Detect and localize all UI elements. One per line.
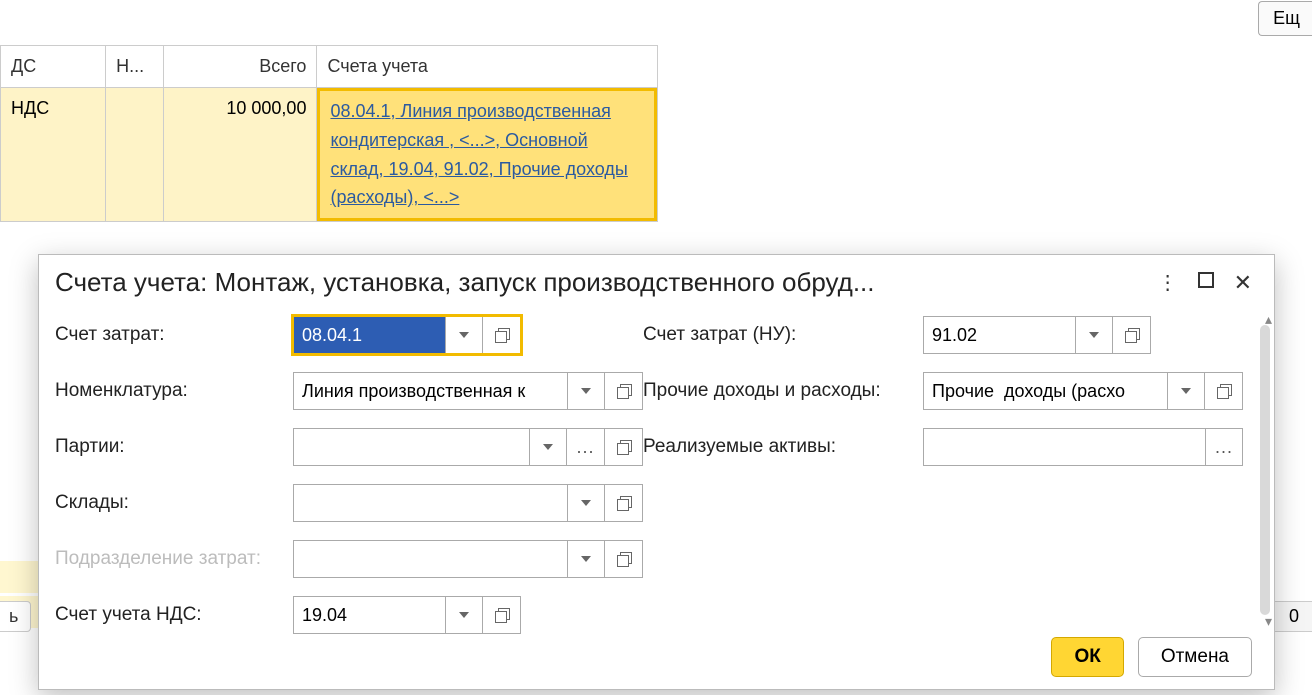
more-button[interactable]: Ещ: [1258, 1, 1312, 36]
open-icon[interactable]: [483, 596, 521, 634]
bg-zero: 0: [1272, 601, 1312, 632]
label-prochie: Прочие доходы и расходы:: [643, 380, 923, 402]
table-row[interactable]: НДС 10 000,00 08.04.1, Линия производств…: [1, 88, 658, 222]
partii-field[interactable]: [293, 428, 643, 466]
col-header-n: Н...: [106, 46, 164, 88]
dropdown-icon[interactable]: [529, 428, 567, 466]
label-schet-nds: Счет учета НДС:: [55, 604, 293, 626]
open-icon[interactable]: [605, 540, 643, 578]
podrazd-field: [293, 540, 643, 578]
schet-nds-field[interactable]: [293, 596, 521, 634]
label-partii: Партии:: [55, 436, 293, 458]
dropdown-icon[interactable]: [1075, 316, 1113, 354]
browse-icon[interactable]: [1205, 428, 1243, 466]
prochie-field[interactable]: [923, 372, 1243, 410]
cell-n: [106, 88, 164, 222]
open-icon[interactable]: [483, 316, 521, 354]
open-icon[interactable]: [1205, 372, 1243, 410]
scrollbar[interactable]: [1260, 325, 1270, 615]
label-sklady: Склады:: [55, 492, 293, 514]
menu-icon[interactable]: [1158, 270, 1178, 295]
col-header-ds: ДС: [1, 46, 106, 88]
scroll-down-icon[interactable]: ▾: [1265, 613, 1272, 630]
schet-zatrat-field[interactable]: [293, 316, 521, 354]
col-header-accounts: Счета учета: [317, 46, 658, 88]
realiz-input[interactable]: [923, 428, 1205, 466]
schet-nds-input[interactable]: [293, 596, 445, 634]
cell-total: 10 000,00: [164, 88, 317, 222]
dropdown-icon[interactable]: [567, 372, 605, 410]
dialog-title: Счета учета: Монтаж, установка, запуск п…: [55, 267, 1158, 298]
open-icon[interactable]: [605, 372, 643, 410]
label-schet-zatrat: Счет затрат:: [55, 324, 293, 346]
schet-zatrat-nu-input[interactable]: [923, 316, 1075, 354]
cell-ds: НДС: [1, 88, 106, 222]
open-icon[interactable]: [605, 428, 643, 466]
sklady-field[interactable]: [293, 484, 643, 522]
podrazd-input: [293, 540, 567, 578]
dropdown-icon[interactable]: [445, 316, 483, 354]
sklady-input[interactable]: [293, 484, 567, 522]
label-nomenklatura: Номенклатура:: [55, 380, 293, 402]
dropdown-icon[interactable]: [567, 484, 605, 522]
label-schet-zatrat-nu: Счет затрат (НУ):: [643, 324, 923, 346]
dropdown-icon: [567, 540, 605, 578]
schet-zatrat-input[interactable]: [293, 316, 445, 354]
open-icon[interactable]: [1113, 316, 1151, 354]
cancel-button[interactable]: Отмена: [1138, 637, 1252, 677]
label-realiz: Реализуемые активы:: [643, 436, 923, 458]
realiz-field[interactable]: [923, 428, 1243, 466]
col-header-total: Всего: [164, 46, 317, 88]
bg-decoration: [0, 561, 38, 593]
prochie-input[interactable]: [923, 372, 1167, 410]
open-icon[interactable]: [605, 484, 643, 522]
bg-letter: ь: [0, 601, 31, 632]
schet-zatrat-nu-field[interactable]: [923, 316, 1151, 354]
partii-input[interactable]: [293, 428, 529, 466]
maximize-icon[interactable]: [1198, 271, 1214, 294]
dropdown-icon[interactable]: [1167, 372, 1205, 410]
accounts-dialog: Счета учета: Монтаж, установка, запуск п…: [38, 254, 1275, 690]
label-podrazd: Подразделение затрат:: [55, 548, 293, 570]
close-icon[interactable]: [1234, 270, 1252, 296]
accounts-link[interactable]: 08.04.1, Линия производственная кондитер…: [317, 88, 657, 221]
dropdown-icon[interactable]: [445, 596, 483, 634]
accounts-table: ДС Н... Всего Счета учета НДС 10 000,00 …: [0, 45, 658, 222]
nomenklatura-field[interactable]: [293, 372, 643, 410]
browse-icon[interactable]: [567, 428, 605, 466]
ok-button[interactable]: ОК: [1051, 637, 1123, 677]
nomenklatura-input[interactable]: [293, 372, 567, 410]
